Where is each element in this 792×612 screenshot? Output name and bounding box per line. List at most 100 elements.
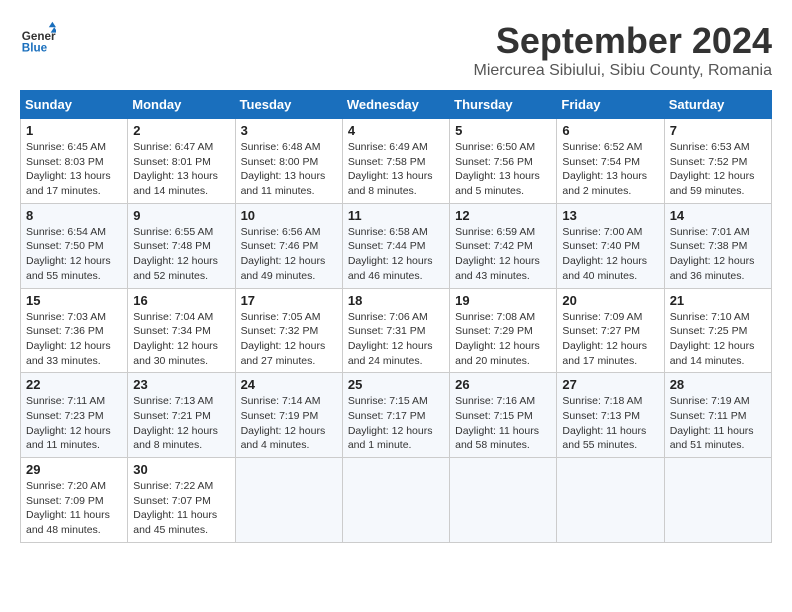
- day-number: 24: [241, 377, 337, 392]
- day-info: Sunrise: 6:45 AMSunset: 8:03 PMDaylight:…: [26, 140, 122, 199]
- day-number: 12: [455, 208, 551, 223]
- day-info: Sunrise: 7:19 AMSunset: 7:11 PMDaylight:…: [670, 394, 766, 453]
- day-number: 21: [670, 293, 766, 308]
- day-number: 9: [133, 208, 229, 223]
- day-number: 18: [348, 293, 444, 308]
- calendar-cell: 2 Sunrise: 6:47 AMSunset: 8:01 PMDayligh…: [128, 119, 235, 204]
- day-info: Sunrise: 7:20 AMSunset: 7:09 PMDaylight:…: [26, 479, 122, 538]
- calendar-cell: [557, 458, 664, 543]
- day-info: Sunrise: 6:50 AMSunset: 7:56 PMDaylight:…: [455, 140, 551, 199]
- day-number: 2: [133, 123, 229, 138]
- calendar-cell: 27 Sunrise: 7:18 AMSunset: 7:13 PMDaylig…: [557, 373, 664, 458]
- weekday-header-thursday: Thursday: [450, 91, 557, 119]
- day-info: Sunrise: 6:53 AMSunset: 7:52 PMDaylight:…: [670, 140, 766, 199]
- logo-icon: General Blue: [20, 20, 56, 56]
- calendar-table: SundayMondayTuesdayWednesdayThursdayFrid…: [20, 90, 772, 543]
- day-number: 29: [26, 462, 122, 477]
- day-info: Sunrise: 6:54 AMSunset: 7:50 PMDaylight:…: [26, 225, 122, 284]
- day-info: Sunrise: 7:08 AMSunset: 7:29 PMDaylight:…: [455, 310, 551, 369]
- day-info: Sunrise: 7:05 AMSunset: 7:32 PMDaylight:…: [241, 310, 337, 369]
- day-info: Sunrise: 6:47 AMSunset: 8:01 PMDaylight:…: [133, 140, 229, 199]
- calendar-cell: 15 Sunrise: 7:03 AMSunset: 7:36 PMDaylig…: [21, 288, 128, 373]
- calendar-cell: [450, 458, 557, 543]
- day-number: 30: [133, 462, 229, 477]
- day-info: Sunrise: 7:14 AMSunset: 7:19 PMDaylight:…: [241, 394, 337, 453]
- calendar-cell: 1 Sunrise: 6:45 AMSunset: 8:03 PMDayligh…: [21, 119, 128, 204]
- day-number: 27: [562, 377, 658, 392]
- day-info: Sunrise: 6:52 AMSunset: 7:54 PMDaylight:…: [562, 140, 658, 199]
- calendar-cell: 4 Sunrise: 6:49 AMSunset: 7:58 PMDayligh…: [342, 119, 449, 204]
- day-number: 10: [241, 208, 337, 223]
- weekday-header-wednesday: Wednesday: [342, 91, 449, 119]
- day-number: 5: [455, 123, 551, 138]
- day-number: 7: [670, 123, 766, 138]
- day-number: 6: [562, 123, 658, 138]
- day-info: Sunrise: 6:58 AMSunset: 7:44 PMDaylight:…: [348, 225, 444, 284]
- day-number: 17: [241, 293, 337, 308]
- calendar-cell: 20 Sunrise: 7:09 AMSunset: 7:27 PMDaylig…: [557, 288, 664, 373]
- day-info: Sunrise: 6:56 AMSunset: 7:46 PMDaylight:…: [241, 225, 337, 284]
- calendar-cell: 16 Sunrise: 7:04 AMSunset: 7:34 PMDaylig…: [128, 288, 235, 373]
- day-info: Sunrise: 7:11 AMSunset: 7:23 PMDaylight:…: [26, 394, 122, 453]
- day-info: Sunrise: 7:15 AMSunset: 7:17 PMDaylight:…: [348, 394, 444, 453]
- day-info: Sunrise: 6:59 AMSunset: 7:42 PMDaylight:…: [455, 225, 551, 284]
- day-number: 13: [562, 208, 658, 223]
- day-info: Sunrise: 7:09 AMSunset: 7:27 PMDaylight:…: [562, 310, 658, 369]
- weekday-header-tuesday: Tuesday: [235, 91, 342, 119]
- calendar-cell: 29 Sunrise: 7:20 AMSunset: 7:09 PMDaylig…: [21, 458, 128, 543]
- svg-text:Blue: Blue: [22, 42, 48, 55]
- calendar-cell: 9 Sunrise: 6:55 AMSunset: 7:48 PMDayligh…: [128, 203, 235, 288]
- day-info: Sunrise: 7:13 AMSunset: 7:21 PMDaylight:…: [133, 394, 229, 453]
- calendar-cell: 23 Sunrise: 7:13 AMSunset: 7:21 PMDaylig…: [128, 373, 235, 458]
- calendar-cell: 11 Sunrise: 6:58 AMSunset: 7:44 PMDaylig…: [342, 203, 449, 288]
- calendar-cell: 14 Sunrise: 7:01 AMSunset: 7:38 PMDaylig…: [664, 203, 771, 288]
- day-info: Sunrise: 7:10 AMSunset: 7:25 PMDaylight:…: [670, 310, 766, 369]
- weekday-header-sunday: Sunday: [21, 91, 128, 119]
- day-number: 14: [670, 208, 766, 223]
- calendar-cell: 17 Sunrise: 7:05 AMSunset: 7:32 PMDaylig…: [235, 288, 342, 373]
- day-info: Sunrise: 7:18 AMSunset: 7:13 PMDaylight:…: [562, 394, 658, 453]
- day-number: 1: [26, 123, 122, 138]
- day-number: 28: [670, 377, 766, 392]
- calendar-cell: [664, 458, 771, 543]
- calendar-cell: 24 Sunrise: 7:14 AMSunset: 7:19 PMDaylig…: [235, 373, 342, 458]
- calendar-cell: 30 Sunrise: 7:22 AMSunset: 7:07 PMDaylig…: [128, 458, 235, 543]
- day-info: Sunrise: 6:48 AMSunset: 8:00 PMDaylight:…: [241, 140, 337, 199]
- day-number: 23: [133, 377, 229, 392]
- calendar-cell: 25 Sunrise: 7:15 AMSunset: 7:17 PMDaylig…: [342, 373, 449, 458]
- day-info: Sunrise: 7:01 AMSunset: 7:38 PMDaylight:…: [670, 225, 766, 284]
- logo: General Blue: [20, 20, 56, 56]
- calendar-cell: 6 Sunrise: 6:52 AMSunset: 7:54 PMDayligh…: [557, 119, 664, 204]
- calendar-cell: 8 Sunrise: 6:54 AMSunset: 7:50 PMDayligh…: [21, 203, 128, 288]
- location-title: Miercurea Sibiului, Sibiu County, Romani…: [473, 62, 772, 80]
- day-number: 15: [26, 293, 122, 308]
- day-info: Sunrise: 7:00 AMSunset: 7:40 PMDaylight:…: [562, 225, 658, 284]
- day-info: Sunrise: 7:16 AMSunset: 7:15 PMDaylight:…: [455, 394, 551, 453]
- page-header: General Blue September 2024 Miercurea Si…: [20, 20, 772, 80]
- calendar-cell: 26 Sunrise: 7:16 AMSunset: 7:15 PMDaylig…: [450, 373, 557, 458]
- day-number: 26: [455, 377, 551, 392]
- weekday-header-saturday: Saturday: [664, 91, 771, 119]
- calendar-cell: 10 Sunrise: 6:56 AMSunset: 7:46 PMDaylig…: [235, 203, 342, 288]
- weekday-header-friday: Friday: [557, 91, 664, 119]
- day-info: Sunrise: 7:03 AMSunset: 7:36 PMDaylight:…: [26, 310, 122, 369]
- calendar-cell: 3 Sunrise: 6:48 AMSunset: 8:00 PMDayligh…: [235, 119, 342, 204]
- day-info: Sunrise: 6:49 AMSunset: 7:58 PMDaylight:…: [348, 140, 444, 199]
- calendar-cell: 28 Sunrise: 7:19 AMSunset: 7:11 PMDaylig…: [664, 373, 771, 458]
- calendar-cell: 18 Sunrise: 7:06 AMSunset: 7:31 PMDaylig…: [342, 288, 449, 373]
- calendar-cell: 13 Sunrise: 7:00 AMSunset: 7:40 PMDaylig…: [557, 203, 664, 288]
- day-info: Sunrise: 7:04 AMSunset: 7:34 PMDaylight:…: [133, 310, 229, 369]
- calendar-cell: 7 Sunrise: 6:53 AMSunset: 7:52 PMDayligh…: [664, 119, 771, 204]
- calendar-cell: 12 Sunrise: 6:59 AMSunset: 7:42 PMDaylig…: [450, 203, 557, 288]
- calendar-cell: [235, 458, 342, 543]
- day-number: 16: [133, 293, 229, 308]
- day-number: 3: [241, 123, 337, 138]
- calendar-cell: 5 Sunrise: 6:50 AMSunset: 7:56 PMDayligh…: [450, 119, 557, 204]
- month-title: September 2024: [473, 20, 772, 62]
- calendar-cell: [342, 458, 449, 543]
- day-number: 11: [348, 208, 444, 223]
- day-number: 19: [455, 293, 551, 308]
- day-info: Sunrise: 6:55 AMSunset: 7:48 PMDaylight:…: [133, 225, 229, 284]
- day-info: Sunrise: 7:06 AMSunset: 7:31 PMDaylight:…: [348, 310, 444, 369]
- title-block: September 2024 Miercurea Sibiului, Sibiu…: [473, 20, 772, 80]
